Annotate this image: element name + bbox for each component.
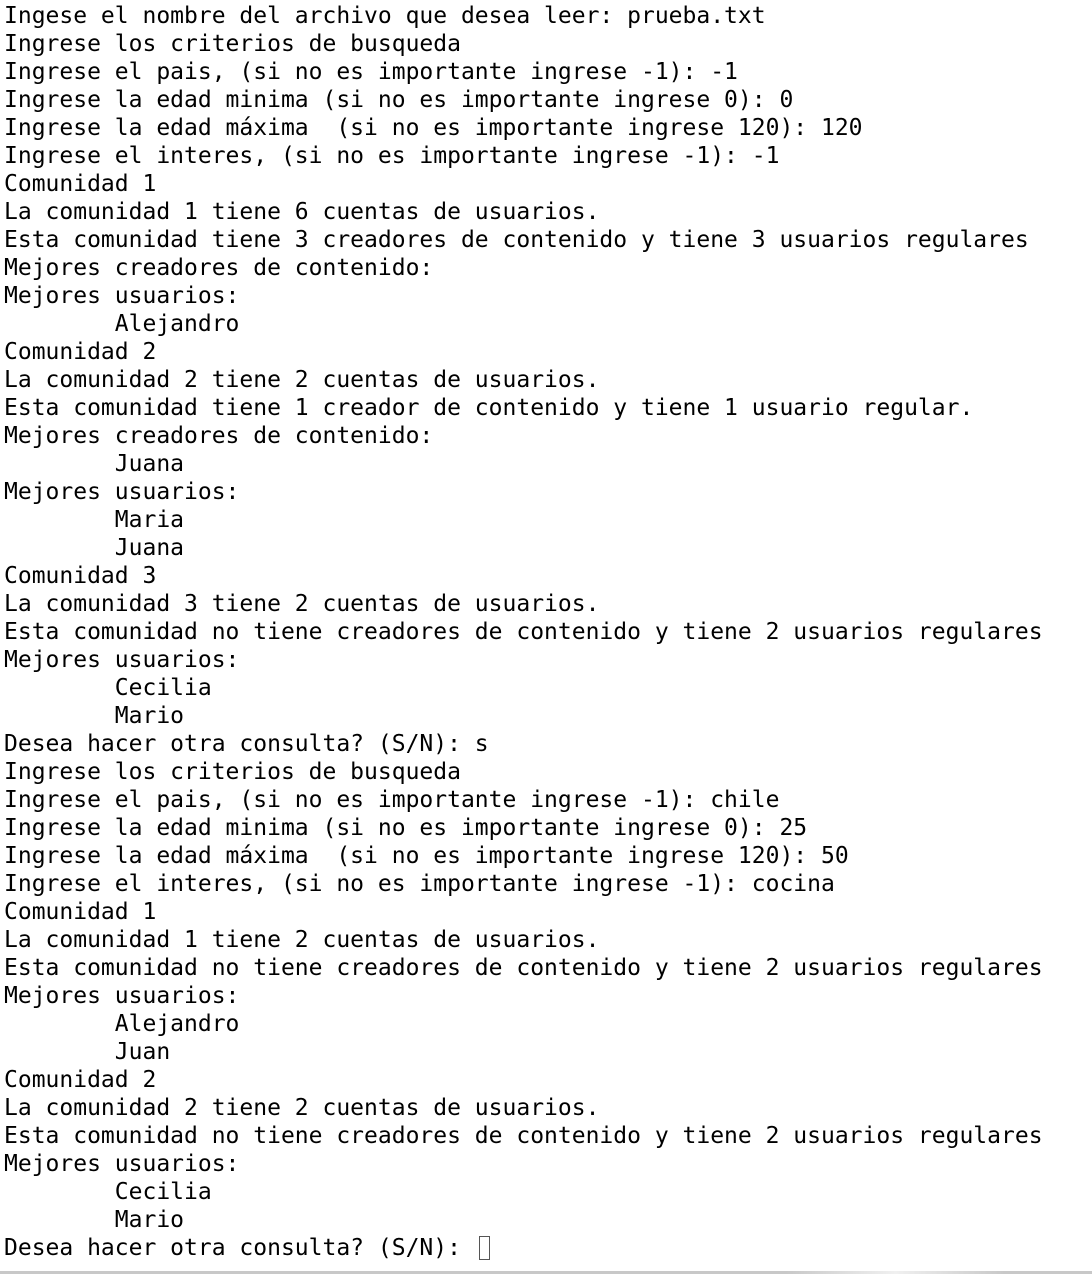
output-line: Esta comunidad tiene 3 creadores de cont… xyxy=(4,227,1029,253)
output-line: Comunidad 1 xyxy=(4,171,157,197)
output-line: Mejores creadores de contenido: xyxy=(4,423,434,449)
output-line: Maria xyxy=(4,507,185,533)
output-line: Mejores usuarios: xyxy=(4,983,240,1009)
terminal-output: Ingese el nombre del archivo que desea l… xyxy=(4,2,1043,1262)
output-line: La comunidad 2 tiene 2 cuentas de usuari… xyxy=(4,1095,600,1121)
output-line: Esta comunidad no tiene creadores de con… xyxy=(4,619,1043,645)
output-line: Ingrese el pais, (si no es importante in… xyxy=(4,59,738,85)
output-line: Ingrese la edad minima (si no es importa… xyxy=(4,815,808,841)
output-line: Esta comunidad no tiene creadores de con… xyxy=(4,1123,1043,1149)
output-line: La comunidad 2 tiene 2 cuentas de usuari… xyxy=(4,367,600,393)
output-line: Comunidad 1 xyxy=(4,899,157,925)
output-line: Ingrese los criterios de busqueda xyxy=(4,759,461,785)
output-line: Ingrese la edad máxima (si no es importa… xyxy=(4,115,863,141)
output-line: Ingese el nombre del archivo que desea l… xyxy=(4,3,766,29)
output-line: Comunidad 2 xyxy=(4,1067,157,1093)
output-line: Juan xyxy=(4,1039,171,1065)
output-line: Mejores usuarios: xyxy=(4,647,240,673)
output-line: Ingrese el interes, (si no es importante… xyxy=(4,871,835,897)
output-line: Desea hacer otra consulta? (S/N): s xyxy=(4,731,489,757)
output-line: Ingrese el pais, (si no es importante in… xyxy=(4,787,780,813)
output-line: Mejores usuarios: xyxy=(4,1151,240,1177)
output-line: La comunidad 1 tiene 6 cuentas de usuari… xyxy=(4,199,600,225)
output-line: Cecilia xyxy=(4,675,212,701)
output-line: Juana xyxy=(4,535,185,561)
output-line: La comunidad 1 tiene 2 cuentas de usuari… xyxy=(4,927,600,953)
output-line: Esta comunidad no tiene creadores de con… xyxy=(4,955,1043,981)
output-line: Esta comunidad tiene 1 creador de conten… xyxy=(4,395,974,421)
terminal-window[interactable]: Ingese el nombre del archivo que desea l… xyxy=(0,0,1092,1274)
output-line: Comunidad 2 xyxy=(4,339,157,365)
input-prompt-line[interactable]: Desea hacer otra consulta? (S/N): xyxy=(4,1234,1043,1262)
output-line: La comunidad 3 tiene 2 cuentas de usuari… xyxy=(4,591,600,617)
output-line: Mejores usuarios: xyxy=(4,479,240,505)
output-line: Cecilia xyxy=(4,1179,212,1205)
output-line: Mario xyxy=(4,1207,185,1233)
text-cursor[interactable] xyxy=(478,1236,490,1260)
output-line: Juana xyxy=(4,451,185,477)
output-line: Ingrese la edad máxima (si no es importa… xyxy=(4,843,849,869)
output-line: Ingrese la edad minima (si no es importa… xyxy=(4,87,794,113)
output-line: Alejandro xyxy=(4,1011,240,1037)
output-line: Mejores usuarios: xyxy=(4,283,240,309)
output-line: Ingrese los criterios de busqueda xyxy=(4,31,461,57)
output-line: Alejandro xyxy=(4,311,240,337)
output-line: Comunidad 3 xyxy=(4,563,157,589)
output-line: Ingrese el interes, (si no es importante… xyxy=(4,143,780,169)
output-line: Mejores creadores de contenido: xyxy=(4,255,434,281)
input-prompt: Desea hacer otra consulta? (S/N): xyxy=(4,1235,475,1261)
output-line: Mario xyxy=(4,703,185,729)
